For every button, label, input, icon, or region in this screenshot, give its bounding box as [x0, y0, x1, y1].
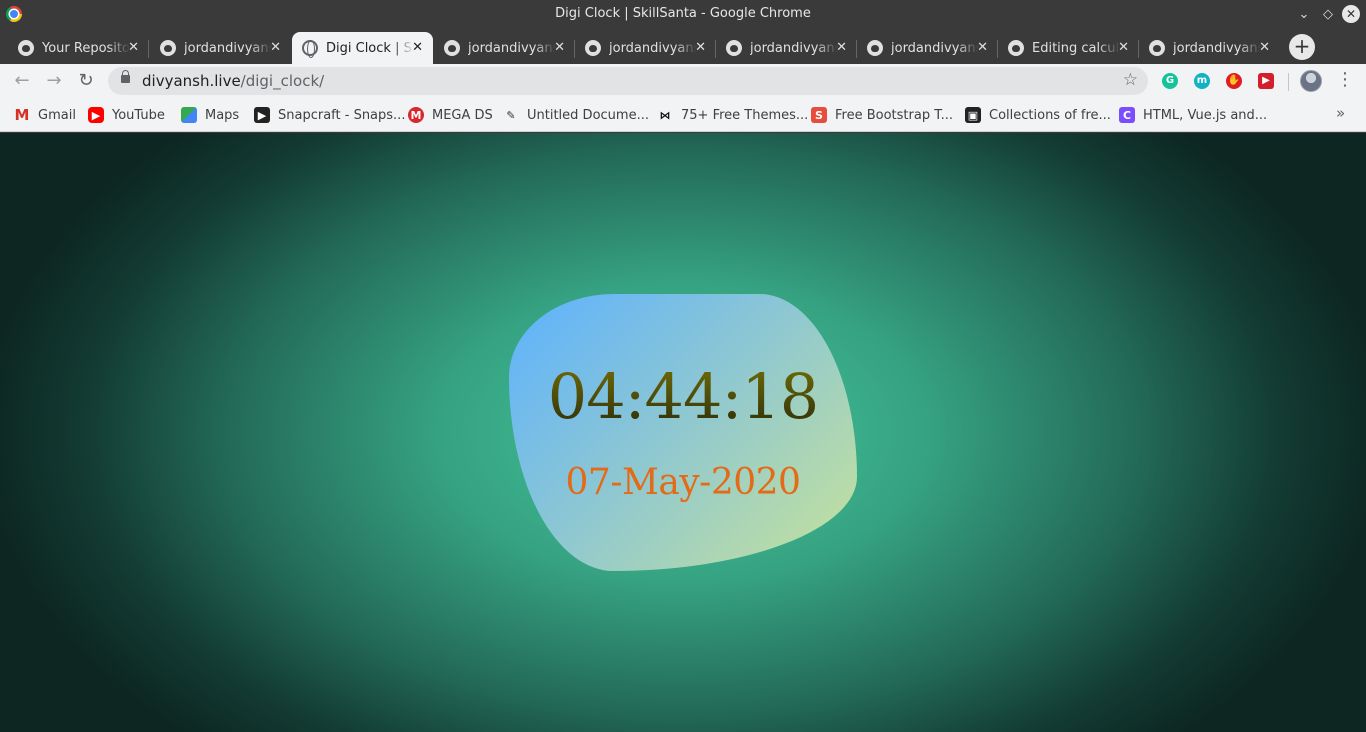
globe-icon [302, 40, 318, 58]
tab-close-icon[interactable]: ✕ [270, 40, 281, 55]
tab-editing-calculator[interactable]: Editing calculator ✕ [998, 32, 1139, 64]
minimize-icon[interactable]: ⌄ [1294, 4, 1314, 24]
adblock-extension-icon[interactable]: ✋ [1226, 73, 1242, 89]
mask-icon: ⋈ [659, 108, 671, 122]
github-icon [1149, 40, 1165, 56]
kebab-menu-icon[interactable]: ⋮ [1336, 69, 1354, 90]
document-icon: ✎ [506, 108, 516, 122]
reload-icon[interactable]: ↻ [74, 69, 98, 93]
bookmark-label: Maps [205, 107, 240, 123]
github-icon [18, 40, 34, 56]
tab-strip: Your Repositories ✕ jordandivyansh ✕ Dig… [0, 28, 1366, 64]
url-host: divyansh.live [142, 72, 241, 90]
page-content: 04:44:18 07-May-2020 [0, 133, 1366, 732]
bookmark-free-themes[interactable]: ⋈ 75+ Free Themes... [657, 106, 809, 124]
youtube-icon: ▶ [88, 107, 104, 123]
github-icon [585, 40, 601, 56]
bookmark-html-vue[interactable]: C HTML, Vue.js and... [1119, 106, 1267, 124]
bookmark-gmail[interactable]: M Gmail [14, 106, 76, 124]
tab-label: Editing calculator [1032, 40, 1120, 56]
lock-icon[interactable] [121, 70, 130, 83]
github-icon [444, 40, 460, 56]
stream-extension-icon[interactable]: ▶ [1258, 73, 1274, 89]
snapcraft-icon: ▶ [254, 107, 270, 123]
github-icon [160, 40, 176, 56]
tab-close-icon[interactable]: ✕ [836, 40, 847, 55]
bookmark-label: MEGA DS [432, 107, 493, 123]
close-window-icon[interactable]: ✕ [1342, 5, 1360, 23]
tab-label: jordandivyansh [750, 40, 838, 56]
more-bookmarks-chevron-icon[interactable]: » [1336, 104, 1345, 122]
github-icon [726, 40, 742, 56]
clock-date: 07-May-2020 [565, 462, 801, 503]
tab-close-icon[interactable]: ✕ [554, 40, 565, 55]
tab-close-icon[interactable]: ✕ [977, 40, 988, 55]
tab-jordandivyansh-4[interactable]: jordandivyansh ✕ [716, 32, 857, 64]
tab-close-icon[interactable]: ✕ [1118, 40, 1129, 55]
browser-toolbar: ← → ↻ divyansh.live/digi_clock/ ☆ G m ✋ … [0, 64, 1366, 98]
tab-label: Digi Clock | SkillSanta [326, 40, 414, 56]
tab-label: jordandivyansh [1173, 40, 1261, 56]
tab-label: jordandivyansh [468, 40, 556, 56]
back-arrow-icon[interactable]: ← [10, 69, 34, 93]
bootstrap-s-icon: S [811, 107, 827, 123]
tab-jordandivyansh-2[interactable]: jordandivyansh ✕ [434, 32, 575, 64]
bookmark-label: HTML, Vue.js and... [1143, 107, 1268, 123]
mega-icon: M [408, 107, 424, 123]
tab-close-icon[interactable]: ✕ [1259, 40, 1270, 55]
tab-close-icon[interactable]: ✕ [128, 40, 139, 55]
new-tab-button[interactable]: + [1289, 34, 1315, 60]
github-icon [867, 40, 883, 56]
github-icon [1008, 40, 1024, 56]
bookmark-free-bootstrap[interactable]: S Free Bootstrap T... [811, 106, 953, 124]
url-text[interactable]: divyansh.live/digi_clock/ [142, 72, 324, 90]
tab-label: jordandivyansh [609, 40, 697, 56]
window-title: Digi Clock | SkillSanta - Google Chrome [555, 6, 811, 21]
tab-digi-clock[interactable]: Digi Clock | SkillSanta ✕ [292, 32, 433, 64]
bookmark-youtube[interactable]: ▶ YouTube [88, 106, 165, 124]
toolbar-divider [1288, 73, 1289, 91]
url-path: /digi_clock/ [240, 72, 325, 90]
window-titlebar: Digi Clock | SkillSanta - Google Chrome … [0, 0, 1366, 28]
bookmark-maps[interactable]: Maps [181, 106, 239, 124]
bookmark-label: Untitled Docume... [527, 107, 649, 123]
tab-jordandivyansh-1[interactable]: jordandivyansh ✕ [150, 32, 291, 64]
bookmark-label: Snapcraft - Snaps... [278, 107, 406, 123]
m-extension-icon[interactable]: m [1194, 73, 1210, 89]
gmail-icon: M [14, 106, 30, 124]
maps-icon [181, 107, 197, 123]
tab-jordandivyansh-3[interactable]: jordandivyansh ✕ [575, 32, 716, 64]
tab-your-repositories[interactable]: Your Repositories ✕ [8, 32, 149, 64]
address-bar[interactable]: divyansh.live/digi_clock/ ☆ [108, 67, 1148, 95]
c-icon: C [1119, 107, 1135, 123]
bookmark-label: Free Bootstrap T... [835, 107, 954, 123]
bookmarks-bar: M Gmail ▶ YouTube Maps ▶ Snapcraft - Sna… [0, 98, 1366, 132]
bookmark-label: Collections of fre... [989, 107, 1111, 123]
bookmark-star-icon[interactable]: ☆ [1123, 70, 1138, 90]
maximize-icon[interactable]: ◇ [1318, 4, 1338, 24]
collections-icon: ▣ [965, 107, 981, 123]
tab-jordandivyansh-5[interactable]: jordandivyansh ✕ [857, 32, 998, 64]
bookmark-untitled-document[interactable]: ✎ Untitled Docume... [503, 106, 649, 124]
clock-time: 04:44:18 [509, 366, 857, 428]
profile-avatar[interactable] [1300, 70, 1322, 92]
tab-close-icon[interactable]: ✕ [695, 40, 706, 55]
bookmark-mega-ds[interactable]: M MEGA DS [408, 106, 493, 124]
bookmark-collections[interactable]: ▣ Collections of fre... [965, 106, 1111, 124]
bookmark-label: 75+ Free Themes... [681, 107, 809, 123]
bookmark-label: Gmail [38, 107, 76, 123]
forward-arrow-icon[interactable]: → [42, 69, 66, 93]
tab-label: Your Repositories [42, 40, 130, 56]
tab-label: jordandivyansh [891, 40, 979, 56]
tab-close-icon[interactable]: ✕ [412, 40, 423, 55]
bookmark-snapcraft[interactable]: ▶ Snapcraft - Snaps... [254, 106, 405, 124]
tab-label: jordandivyansh [184, 40, 272, 56]
tab-jordandivyansh-6[interactable]: jordandivyansh ✕ [1139, 32, 1280, 64]
bookmark-label: YouTube [112, 107, 165, 123]
grammarly-extension-icon[interactable]: G [1162, 73, 1178, 89]
